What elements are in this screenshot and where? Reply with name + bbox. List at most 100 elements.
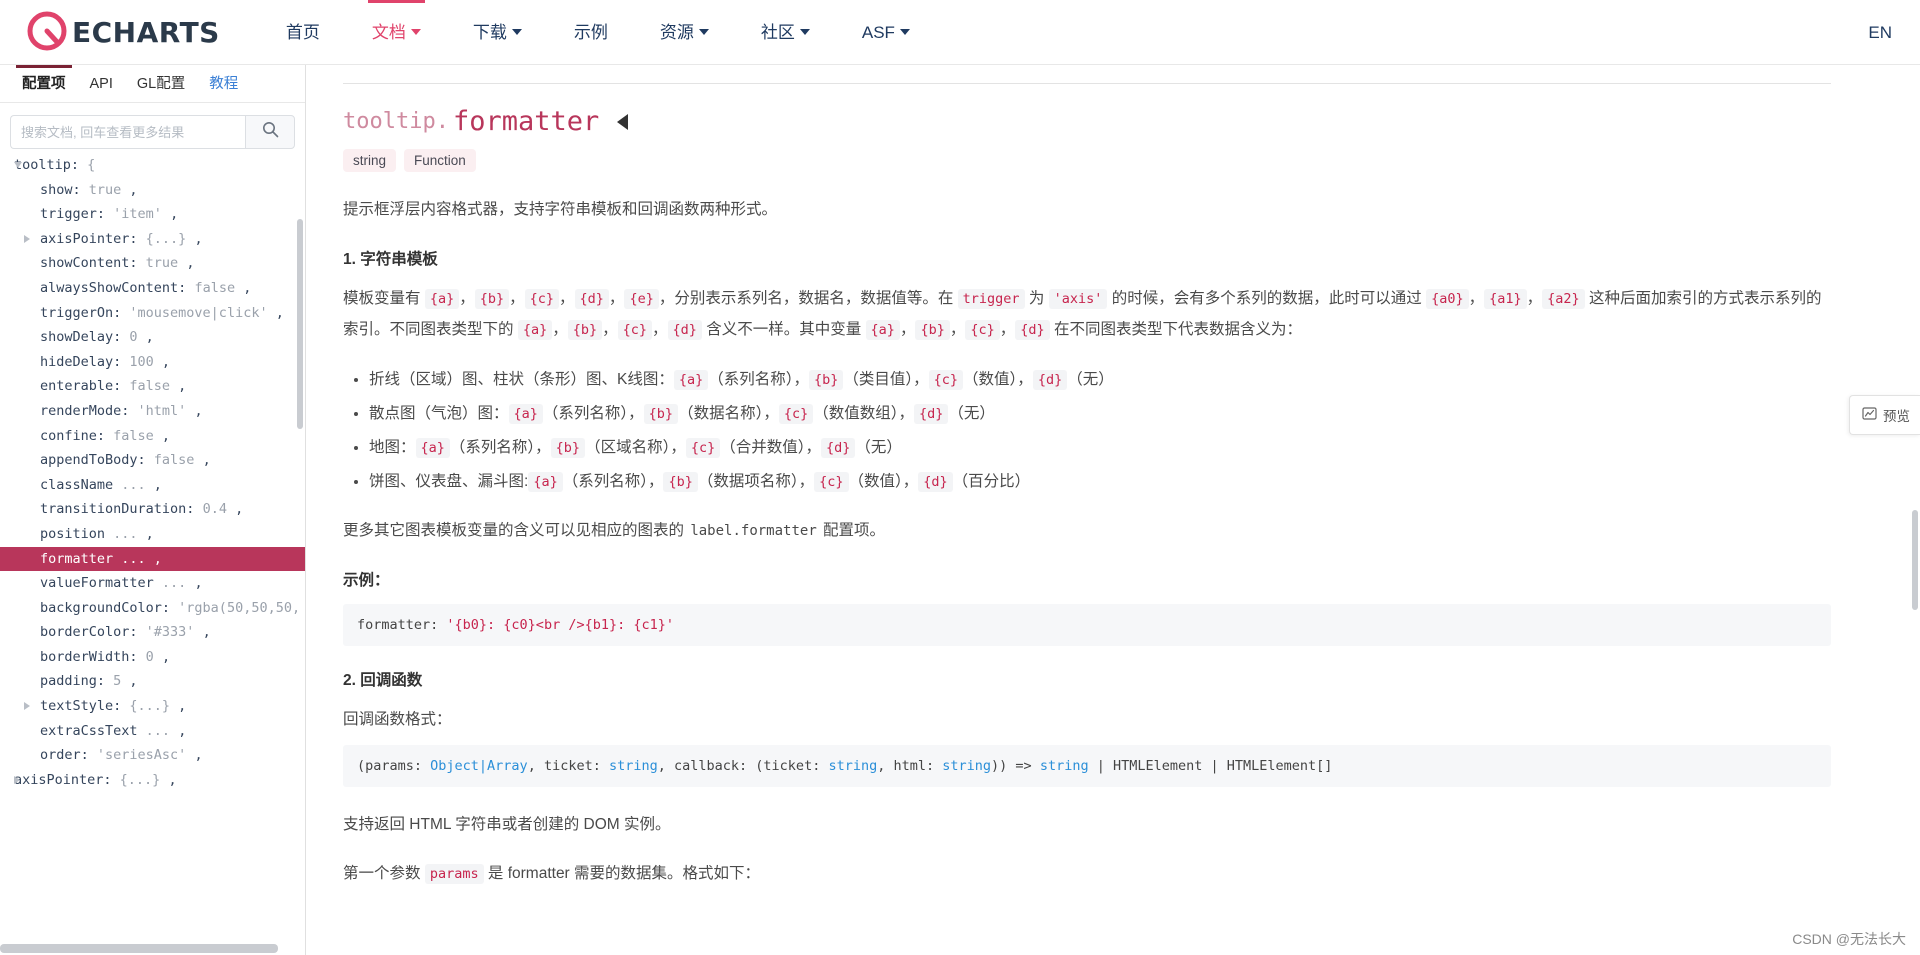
tree-row-key: padding: (40, 673, 114, 690)
nav-item-docs[interactable]: 文档 (346, 0, 447, 65)
text-run: ，分别表示系列名，数据名，数据值等。在 (658, 290, 958, 307)
content-vertical-scrollbar[interactable] (1912, 510, 1918, 610)
tree-row[interactable]: extraCssText ... , (0, 719, 305, 744)
tree-row-value: ... (121, 476, 146, 493)
tree-row-suffix: , (145, 476, 162, 493)
nav-item-asf[interactable]: ASF (836, 0, 936, 65)
tab-api[interactable]: API (78, 65, 125, 103)
tree-row[interactable]: appendToBody: false , (0, 448, 305, 473)
tree-row-suffix: , (194, 452, 211, 469)
tree-expand-icon[interactable] (24, 235, 30, 244)
code-string-literal: '{b0}: {c0}<br />{b1}: {c1}' (446, 617, 674, 634)
sidebar-vertical-scrollbar[interactable] (297, 219, 303, 429)
text-run: 地图： (369, 439, 416, 457)
tree-row[interactable]: alwaysShowContent: false , (0, 276, 305, 301)
nav-item-list: 首页 文档 下载 示例 资源 社区 ASF (260, 0, 936, 65)
tree-collapse-icon[interactable] (14, 162, 22, 169)
tree-row-value: true (145, 255, 179, 272)
tree-row-suffix: , (137, 525, 154, 542)
template-var: {d} (667, 320, 702, 340)
echarts-logo[interactable]: ECHARTS (24, 9, 220, 55)
tree-row-key: order: (40, 747, 97, 764)
tree-row[interactable]: position ... , (0, 522, 305, 547)
tree-row[interactable]: renderMode: 'html' , (0, 399, 305, 424)
chevron-down-icon (698, 29, 709, 35)
template-var: {e} (624, 289, 659, 309)
chevron-down-icon (799, 29, 810, 35)
language-switch-button[interactable]: EN (1868, 0, 1892, 65)
tree-row-key: valueFormatter (40, 575, 162, 592)
text-run: （系列名称）， (449, 439, 551, 457)
tree-row-key: renderMode: (40, 402, 138, 419)
text-run: ， (509, 290, 525, 307)
tree-row-key: appendToBody: (40, 452, 154, 469)
tab-option[interactable]: 配置项 (10, 65, 78, 103)
page-title-parent: tooltip. (343, 109, 449, 134)
type-badge-list: string Function (343, 149, 1831, 172)
tree-row[interactable]: trigger: 'item' , (0, 202, 305, 227)
nav-item-examples[interactable]: 示例 (548, 0, 634, 65)
text-run: ， (602, 321, 618, 338)
tab-label: 配置项 (22, 75, 66, 92)
tree-row-suffix: , (235, 279, 252, 296)
template-var: {b} (643, 404, 679, 425)
tree-row[interactable]: triggerOn: 'mousemove|click' , (0, 301, 305, 326)
page-title-leaf: formatter (452, 106, 600, 137)
text-run: 配置项。 (818, 522, 886, 540)
nav-item-download[interactable]: 下载 (447, 0, 548, 65)
tree-row[interactable]: enterable: false , (0, 374, 305, 399)
tree-row[interactable]: valueFormatter ... , (0, 571, 305, 596)
tree-row[interactable]: tooltip: { (0, 153, 305, 178)
tree-row[interactable]: axisPointer: {...} , (0, 227, 305, 252)
option-tree[interactable]: tooltip: {show: true , trigger: 'item' ,a… (0, 149, 305, 939)
tree-row[interactable]: borderWidth: 0 , (0, 645, 305, 670)
tree-row[interactable]: axisPointer: {...} , (0, 768, 305, 793)
tree-row-key: trigger: (40, 206, 114, 223)
code-token: )) => (991, 758, 1040, 775)
tab-label: GL配置 (136, 75, 186, 92)
collapse-triangle-icon[interactable] (617, 113, 629, 130)
template-var: {c} (965, 320, 1000, 340)
tree-row-suffix: , (178, 255, 195, 272)
tree-row[interactable]: transitionDuration: 0.4 , (0, 497, 305, 522)
tree-row[interactable]: backgroundColor: 'rgba(50,50,50, (0, 596, 305, 621)
template-var: {c} (814, 472, 849, 493)
tree-row-key: showContent: (40, 255, 146, 272)
indexed-var: {a0} (1426, 289, 1469, 309)
tree-row[interactable]: showContent: true , (0, 251, 305, 276)
tree-row-value: { (87, 157, 96, 173)
sidebar-horizontal-scrollbar[interactable] (0, 944, 278, 953)
tree-expand-icon[interactable] (24, 702, 30, 711)
nav-item-community[interactable]: 社区 (735, 0, 836, 65)
tree-row[interactable]: order: 'seriesAsc' , (0, 743, 305, 768)
tree-row-value: 0.4 (202, 501, 227, 518)
more-info-paragraph: 更多其它图表模板变量的含义可以见相应的图表的 label.formatter 配… (343, 515, 1831, 546)
tree-row[interactable]: show: true , (0, 178, 305, 203)
tree-row-value: 'item' (113, 206, 162, 223)
tree-row[interactable]: borderColor: '#333' , (0, 620, 305, 645)
preview-panel-toggle[interactable]: 预览 (1849, 395, 1920, 435)
tree-row[interactable]: confine: false , (0, 424, 305, 449)
tree-row[interactable]: className ... , (0, 473, 305, 498)
tab-tutorial[interactable]: 教程 (197, 65, 250, 103)
tree-row[interactable]: formatter ... , (0, 546, 305, 572)
tree-row[interactable]: hideDelay: 100 , (0, 350, 305, 375)
nav-item-resources[interactable]: 资源 (634, 0, 735, 65)
tree-expand-icon[interactable] (14, 776, 20, 785)
tree-row-value: 'rgba(50,50,50, (178, 599, 301, 616)
text-run: （系列名称）， (542, 405, 644, 423)
tree-row-value: 'mousemove|click' (129, 304, 268, 321)
tree-row[interactable]: padding: 5 , (0, 669, 305, 694)
search-input[interactable] (10, 115, 245, 149)
code-type-token: string (1039, 758, 1089, 775)
content-inner: tooltip. formatter string Function 提示框浮层… (307, 65, 1867, 889)
nav-item-home[interactable]: 首页 (260, 0, 346, 65)
tree-row[interactable]: showDelay: 0 , (0, 325, 305, 350)
tree-row-value: true (88, 181, 122, 198)
tree-row-key: textStyle: (40, 698, 130, 715)
tree-row-key: enterable: (40, 378, 130, 395)
search-button[interactable] (245, 115, 295, 149)
text-run: ， (608, 290, 625, 307)
tree-row[interactable]: textStyle: {...} , (0, 694, 305, 719)
tab-gl-option[interactable]: GL配置 (125, 65, 197, 103)
